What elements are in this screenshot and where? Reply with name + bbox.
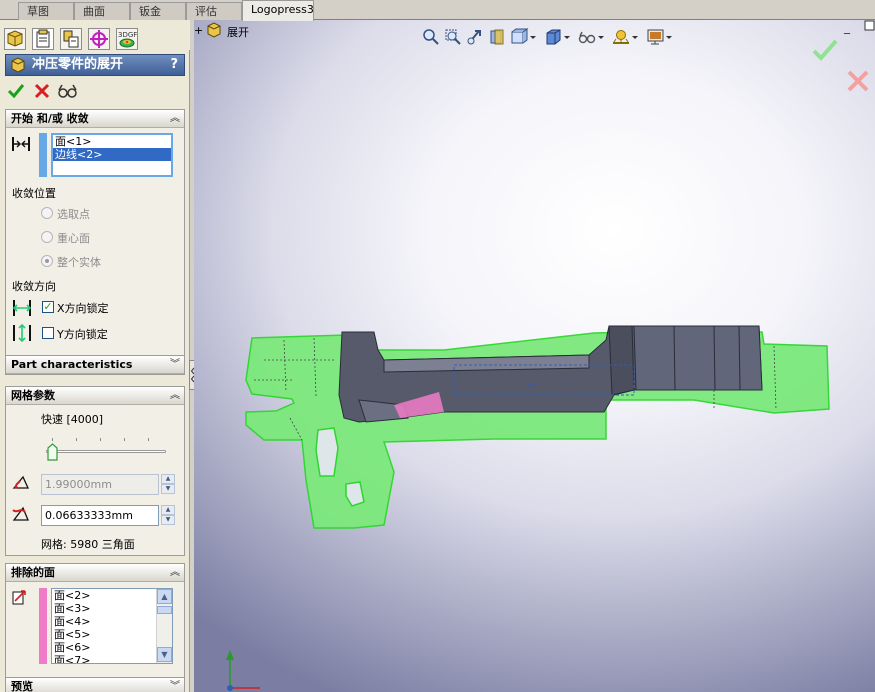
group-header[interactable]: Part characteristics ︾ — [6, 356, 184, 374]
x-lock-checkbox[interactable]: ✓ — [42, 301, 54, 313]
element-size-input[interactable]: 1.99000mm — [41, 474, 159, 495]
chevron-down-icon[interactable]: ︾ — [170, 678, 180, 692]
tab-configuration-manager[interactable] — [60, 28, 82, 50]
excluded-faces-list[interactable]: 面<2> 面<3> 面<4> 面<5> 面<6> 面<7> ▲ ▼ — [51, 588, 173, 664]
stepper-down-icon[interactable]: ▼ — [161, 515, 175, 525]
mesh-speed-label: 快速 [4000] — [41, 413, 104, 426]
element-size-icon — [11, 473, 31, 496]
radio-label: 选取点 — [57, 208, 90, 221]
start-selection-list[interactable]: 面<1> 边线<2> — [51, 133, 173, 177]
radio-label: 重心面 — [57, 232, 90, 245]
list-item[interactable]: 面<1> — [53, 135, 171, 148]
tab-property-manager[interactable] — [32, 28, 54, 50]
deviation-stepper[interactable]: ▲ ▼ — [161, 505, 175, 526]
scroll-thumb[interactable] — [157, 606, 172, 614]
mesh-slider-thumb[interactable] — [47, 443, 58, 461]
radio-pick-point[interactable] — [41, 207, 53, 219]
property-sheet-icon — [36, 29, 50, 48]
configuration-icon — [63, 30, 79, 48]
radio-centroid-face[interactable] — [41, 231, 53, 243]
exclude-color-bar — [39, 588, 47, 664]
list-item[interactable]: 面<4> — [52, 615, 172, 628]
coordinate-triad — [226, 650, 260, 691]
tab-3dgf[interactable]: 3DGF — [116, 28, 138, 50]
feature-tree-icon — [7, 30, 23, 47]
list-item[interactable]: 面<6> — [52, 641, 172, 654]
svg-text:+: + — [527, 380, 535, 391]
list-item[interactable]: 面<7> — [52, 654, 172, 663]
list-scrollbar[interactable]: ▲ ▼ — [156, 589, 172, 663]
stepper-down-icon[interactable]: ▼ — [161, 484, 175, 494]
mesh-info-label: 网格: 5980 三角面 — [41, 538, 135, 551]
group-header[interactable]: 开始 和/或 收敛 ︽ — [6, 110, 184, 128]
slider-tick — [52, 438, 53, 441]
group-header[interactable]: 网格参数 ︽ — [6, 387, 184, 405]
group-preview: 预览 ︾ — [5, 677, 185, 692]
ok-button[interactable] — [6, 82, 26, 102]
slider-tick — [100, 438, 101, 441]
list-item[interactable]: 面<3> — [52, 602, 172, 615]
selection-color-bar — [39, 133, 47, 177]
tab-logopress3[interactable]: Logopress3 — [242, 0, 314, 21]
property-manager-title: 冲压零件的展开 ? — [5, 54, 185, 76]
help-button[interactable]: ? — [170, 55, 178, 75]
group-header[interactable]: 预览 ︾ — [6, 678, 184, 692]
x-direction-icon — [12, 298, 32, 321]
tab-surface[interactable]: 曲面 — [74, 2, 130, 20]
tab-feature-manager[interactable] — [4, 28, 26, 50]
graphics-viewport[interactable]: + 展开 _ + — [194, 20, 875, 692]
y-lock-checkbox[interactable] — [42, 327, 54, 339]
scroll-up-icon[interactable]: ▲ — [157, 589, 172, 604]
converge-direction-label: 收敛方向 — [12, 280, 56, 293]
group-mesh-parameters: 网格参数 ︽ 快速 [4000] 1.99000mm ▲ ▼ 0.0663333… — [5, 386, 185, 556]
chevron-up-icon[interactable]: ︽ — [170, 564, 180, 582]
group-header[interactable]: 排除的面 ︽ — [6, 564, 184, 582]
part-model[interactable]: + — [194, 20, 875, 692]
stepper-up-icon[interactable]: ▲ — [161, 474, 175, 484]
check-icon — [7, 84, 25, 99]
list-item[interactable]: 面<2> — [52, 589, 172, 602]
exclude-face-icon — [11, 588, 31, 611]
x-lock-label: X方向锁定 — [57, 302, 109, 315]
manager-tabs: 3DGF — [0, 20, 190, 50]
slider-tick — [76, 438, 77, 441]
tab-sketch[interactable]: 草图 — [18, 2, 74, 20]
tab-dimxpert[interactable] — [88, 28, 110, 50]
y-lock-label: Y方向锁定 — [57, 328, 108, 341]
tab-sheet-metal[interactable]: 钣金 — [130, 2, 186, 20]
y-direction-icon — [12, 323, 32, 346]
tab-evaluate[interactable]: 评估 — [186, 2, 242, 20]
deviation-icon — [11, 504, 31, 527]
radio-label: 整个实体 — [57, 256, 101, 269]
list-item[interactable]: 面<5> — [52, 628, 172, 641]
scroll-down-icon[interactable]: ▼ — [157, 647, 172, 662]
converge-selection-icon — [11, 134, 31, 157]
element-size-stepper[interactable]: ▲ ▼ — [161, 474, 175, 495]
unfold-feature-icon — [10, 57, 26, 80]
radio-whole-body[interactable] — [41, 255, 53, 267]
chevron-up-icon[interactable]: ︽ — [170, 387, 180, 405]
preview-button[interactable] — [58, 82, 78, 102]
group-part-characteristics: Part characteristics ︾ — [5, 355, 185, 375]
slider-tick — [124, 438, 125, 441]
property-manager-panel: 3DGF 冲压零件的展开 ? 开始 和/或 收敛 ︽ 面<1> 边线<2> 收敛… — [0, 20, 190, 692]
close-icon — [34, 83, 50, 99]
command-tab-bar: 草图 曲面 钣金 评估 Logopress3 — [0, 0, 875, 21]
stepper-up-icon[interactable]: ▲ — [161, 505, 175, 515]
deviation-input[interactable]: 0.06633333mm — [41, 505, 159, 526]
group-start-converge: 开始 和/或 收敛 ︽ 面<1> 边线<2> 收敛位置 选取点 重心面 整个实体… — [5, 109, 185, 367]
cancel-button[interactable] — [32, 82, 52, 102]
crosshair-icon — [90, 30, 108, 48]
glasses-icon — [58, 84, 77, 98]
mesh-slider-track[interactable] — [46, 450, 166, 453]
chevron-up-icon[interactable]: ︽ — [170, 110, 180, 128]
3dgf-icon: 3DGF — [118, 31, 137, 48]
list-item[interactable]: 边线<2> — [53, 148, 171, 161]
group-excluded-faces: 排除的面 ︽ 面<2> 面<3> 面<4> 面<5> 面<6> 面<7> ▲ ▼ — [5, 563, 185, 685]
slider-tick — [148, 438, 149, 441]
svg-text:3DGF: 3DGF — [118, 31, 137, 39]
converge-position-label: 收敛位置 — [12, 187, 56, 200]
chevron-down-icon[interactable]: ︾ — [170, 356, 180, 374]
